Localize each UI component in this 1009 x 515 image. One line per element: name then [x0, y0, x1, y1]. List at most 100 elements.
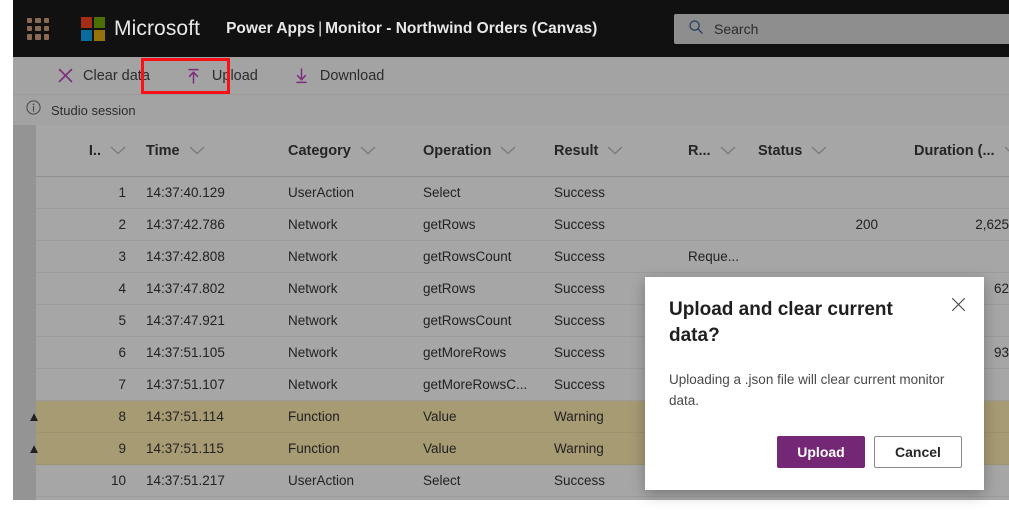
chevron-down-icon — [500, 142, 516, 160]
table-row[interactable]: 1 14:37:40.129 UserAction Select Success — [36, 177, 1009, 209]
cell-category: Network — [288, 345, 338, 360]
dialog-message: Uploading a .json file will clear curren… — [669, 372, 945, 408]
column-header-time[interactable]: Time — [146, 125, 266, 177]
page-title: Power Apps | Monitor - Northwind Orders (C… — [226, 20, 597, 38]
cell-request — [688, 177, 768, 208]
cell-result: Success — [554, 185, 606, 200]
cell-id: 7 — [118, 377, 126, 392]
cell-id: 2 — [118, 217, 126, 232]
monitor-page-label: Monitor - Northwind Orders (Canvas) — [325, 19, 598, 37]
warning-icon — [13, 305, 55, 336]
cell-operation: Select — [423, 473, 461, 488]
cell-result: Success — [554, 249, 606, 264]
dialog-actions: Upload Cancel — [777, 436, 962, 468]
column-header-id[interactable]: I.. — [62, 125, 126, 177]
download-label: Download — [319, 67, 385, 84]
cell-operation: getMoreRowsC... — [423, 377, 528, 392]
cell-duration — [884, 241, 1009, 272]
upload-button[interactable]: Upload — [172, 57, 271, 95]
cell-id: 9 — [118, 441, 126, 456]
dialog-title: Upload and clear current data? — [669, 299, 893, 346]
column-header-category[interactable]: Category — [288, 125, 408, 177]
cell-category: Network — [288, 217, 338, 232]
cell-time: 14:37:47.802 — [146, 281, 225, 296]
app-name-label: Power Apps — [226, 19, 316, 37]
column-header-time-label: Time — [146, 143, 180, 159]
upload-confirm-dialog: Upload and clear current data? Uploading… — [645, 277, 984, 490]
cell-operation: getRows — [423, 217, 476, 232]
cell-id: 5 — [118, 313, 126, 328]
cell-operation: Value — [423, 441, 457, 456]
chevron-down-icon — [110, 142, 126, 160]
chevron-down-icon — [607, 142, 623, 160]
warning-icon — [13, 465, 55, 496]
cell-id: 10 — [110, 473, 126, 488]
cell-id: 6 — [118, 345, 126, 360]
cell-time: 14:37:42.808 — [146, 249, 225, 264]
cell-id: 1 — [118, 185, 126, 200]
suite-header: Microsoft Power Apps | Monitor - Northwind… — [13, 0, 1009, 57]
column-header-operation-label: Operation — [423, 143, 492, 159]
warning-icon — [13, 273, 55, 304]
column-header-result[interactable]: Result — [554, 125, 664, 177]
column-header-id-label: I.. — [88, 143, 101, 159]
cell-category: Function — [288, 441, 340, 456]
session-label: Studio session — [51, 102, 136, 118]
cell-time: 14:37:40.129 — [146, 185, 225, 200]
monitor-window: Microsoft Power Apps | Monitor - Northwind… — [0, 0, 1009, 515]
column-header-status[interactable]: Status — [758, 125, 878, 177]
cell-status — [758, 241, 878, 272]
cell-operation: Select — [423, 185, 461, 200]
dialog-cancel-button[interactable]: Cancel — [874, 436, 962, 468]
table-header-row: I.. Time Category Operation Result R... … — [36, 125, 1009, 177]
close-icon — [951, 297, 966, 317]
cell-operation: Value — [423, 409, 457, 424]
dialog-header: Upload and clear current data? — [669, 297, 931, 349]
chevron-down-icon — [1004, 142, 1009, 160]
warning-icon — [13, 177, 55, 208]
cell-duration: 2,625 — [975, 217, 1009, 232]
download-icon — [293, 67, 311, 85]
cell-request: Reque... — [688, 249, 740, 264]
info-icon — [26, 100, 41, 120]
warning-icon — [13, 241, 55, 272]
download-button[interactable]: Download — [280, 57, 398, 95]
app-launcher-icon[interactable] — [27, 17, 49, 40]
microsoft-logo-icon — [81, 16, 105, 41]
column-header-category-label: Category — [288, 143, 351, 159]
clear-data-button[interactable]: Clear data — [43, 57, 163, 95]
chevron-down-icon — [360, 142, 376, 160]
cell-time: 14:37:47.921 — [146, 313, 225, 328]
cell-time: 14:37:51.105 — [146, 345, 225, 360]
cell-category: Network — [288, 281, 338, 296]
cell-category: Network — [288, 377, 338, 392]
session-info-bar: Studio session — [13, 95, 1009, 125]
cell-category: UserAction — [288, 185, 355, 200]
column-header-request[interactable]: R... — [688, 125, 768, 177]
column-header-duration[interactable]: Duration (... — [914, 125, 1009, 177]
search-input[interactable]: Search — [674, 14, 1009, 44]
cell-time: 14:37:51.115 — [146, 441, 224, 456]
column-header-request-label: R... — [688, 143, 711, 159]
column-header-duration-label: Duration (... — [914, 143, 995, 159]
warning-icon: ▲ — [27, 409, 41, 424]
cell-category: UserAction — [288, 473, 355, 488]
cell-duration — [884, 177, 1009, 208]
table-row[interactable]: 3 14:37:42.808 Network getRowsCount Success R… — [36, 241, 1009, 273]
search-icon — [688, 19, 704, 40]
cell-time: 14:37:51.114 — [146, 409, 224, 424]
chevron-down-icon — [189, 142, 205, 160]
table-row[interactable]: 2 14:37:42.786 Network getRows Success 200 2,6… — [36, 209, 1009, 241]
cell-category: Function — [288, 409, 340, 424]
microsoft-brand-label: Microsoft — [114, 16, 201, 40]
column-header-operation[interactable]: Operation — [423, 125, 553, 177]
dialog-upload-button[interactable]: Upload — [777, 436, 865, 468]
command-bar: Clear data Upload Download — [13, 57, 1009, 95]
chevron-down-icon — [811, 142, 827, 160]
close-dialog-button[interactable] — [942, 291, 974, 323]
cell-operation: getRowsCount — [423, 313, 512, 328]
cell-category: Network — [288, 313, 338, 328]
cell-operation: getMoreRows — [423, 345, 507, 360]
warning-icon — [13, 369, 55, 400]
cell-id: 8 — [118, 409, 126, 424]
